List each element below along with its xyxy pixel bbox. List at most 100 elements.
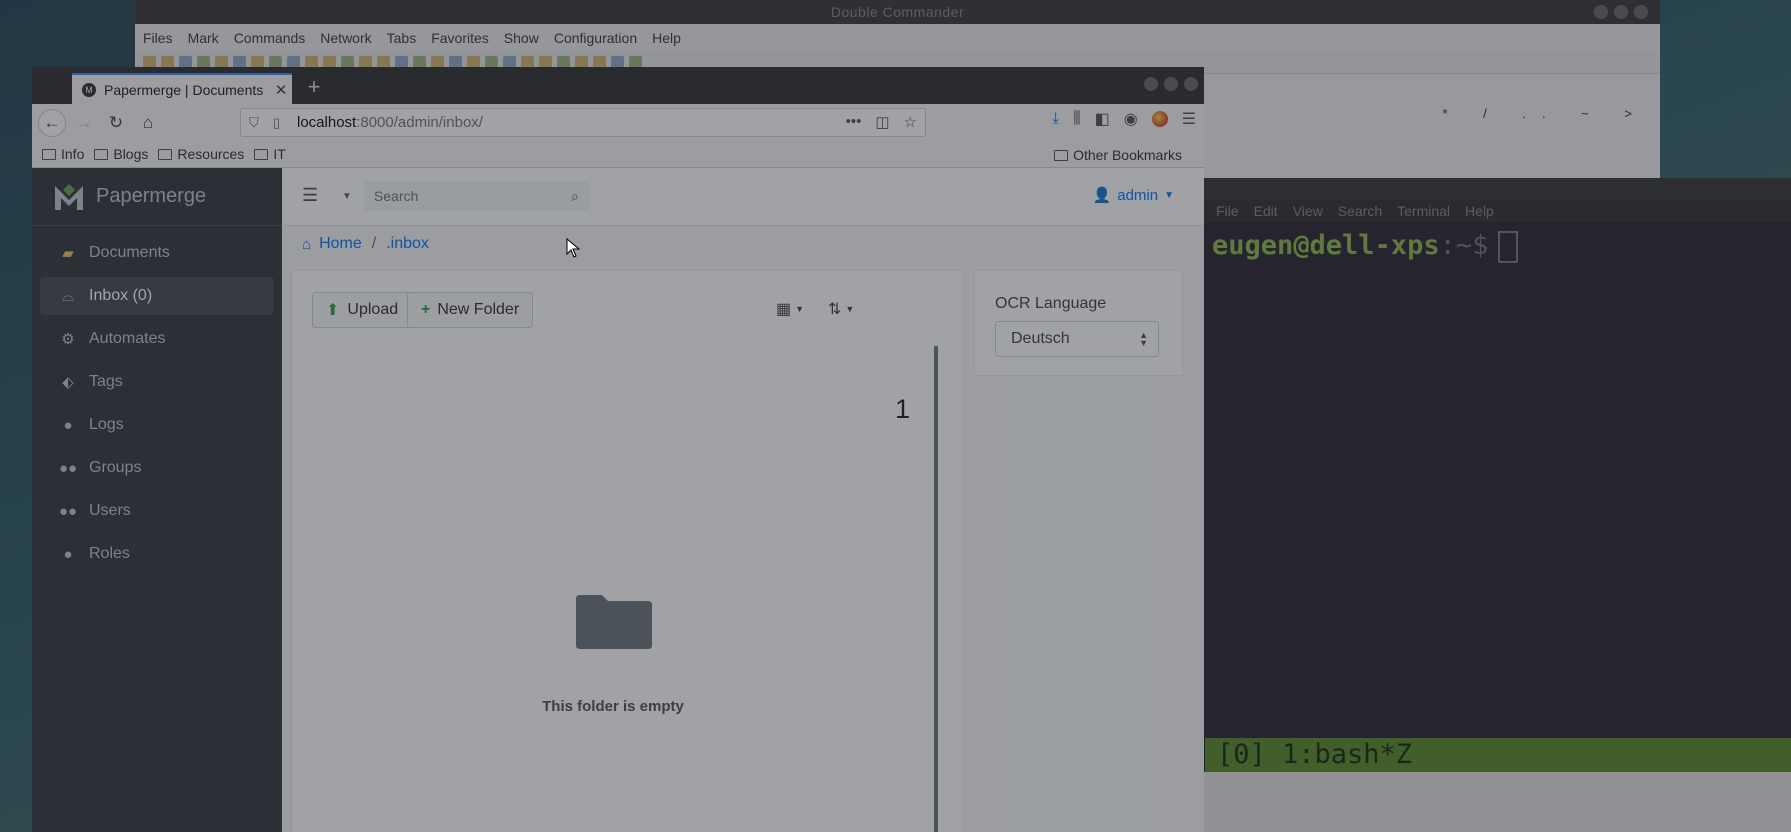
sidebar-item-logs[interactable]: ● Logs: [40, 406, 274, 444]
dc-menu-mark[interactable]: Mark: [188, 30, 219, 46]
sidebar-item-label: Inbox (0): [89, 287, 153, 304]
dc-title: Double Commander: [830, 4, 965, 20]
forward-arrow-icon[interactable]: →: [70, 109, 98, 137]
bookmark-folder-it[interactable]: IT: [254, 146, 286, 162]
chevron-down-icon: ▼: [845, 304, 855, 314]
terminal-menu-view[interactable]: View: [1293, 203, 1323, 219]
ocr-language-label: OCR Language: [995, 295, 1107, 312]
breadcrumb-separator: /: [371, 235, 377, 252]
dc-menu-network[interactable]: Network: [320, 30, 371, 46]
bookmark-label: Info: [61, 146, 85, 162]
sort-dropdown[interactable]: ⇅ ▼: [828, 299, 854, 319]
hamburger-menu-icon[interactable]: ☰: [1182, 109, 1196, 129]
bookmark-folder-blogs[interactable]: Blogs: [94, 146, 148, 162]
terminal-menu-terminal[interactable]: Terminal: [1397, 203, 1450, 219]
breadcrumb-home[interactable]: Home: [319, 235, 362, 253]
dc-window-controls[interactable]: [1594, 5, 1648, 19]
papermerge-logo-icon: [55, 183, 83, 210]
sidebar-toggle-icon[interactable]: ◧: [1095, 109, 1110, 129]
dc-menu-configuration[interactable]: Configuration: [554, 30, 637, 46]
terminal-prompt[interactable]: eugen@dell-xps:~$: [1200, 222, 1791, 271]
home-icon[interactable]: ⌂: [134, 109, 162, 137]
selection-count: 1: [895, 394, 911, 424]
bookmark-star-icon[interactable]: ☆: [904, 113, 917, 131]
terminal-menu-search[interactable]: Search: [1338, 203, 1382, 219]
chevron-down-icon: ▼: [1164, 189, 1174, 201]
folder-icon: [254, 148, 269, 160]
new-tab-plus-icon[interactable]: +: [300, 73, 328, 101]
bookmark-label: Blogs: [113, 146, 149, 162]
folder-icon: [94, 148, 109, 160]
sidebar-item-automates[interactable]: ⚙ Automates: [40, 320, 274, 358]
breadcrumb: ⌂ Home / .inbox: [282, 226, 1204, 262]
search-icon[interactable]: ⌕: [559, 181, 590, 211]
browser-window-controls[interactable]: [1144, 77, 1198, 91]
plus-icon: +: [421, 301, 431, 318]
sidebar-item-tags[interactable]: ⬖ Tags: [40, 363, 274, 401]
terminal-menu-edit[interactable]: Edit: [1254, 203, 1278, 219]
bookmark-folder-resources[interactable]: Resources: [158, 146, 244, 162]
upload-button[interactable]: ⬆ Upload: [312, 292, 413, 328]
dc-path-buttons[interactable]: * / .. ~ >: [1442, 106, 1648, 121]
url-bar[interactable]: ⛉ ▯ localhost:8000/admin/inbox/ ••• ◫ ☆: [240, 108, 926, 137]
new-folder-button[interactable]: + New Folder: [407, 292, 534, 328]
browser-tab-papermerge[interactable]: M Papermerge | Documents ✕: [72, 73, 292, 104]
sidebar-item-roles[interactable]: ● Roles: [40, 535, 274, 573]
search-input[interactable]: [363, 181, 560, 211]
terminal-menu-bar: File Edit View Search Terminal Help: [1200, 200, 1791, 222]
downloads-icon[interactable]: ⤓: [1052, 110, 1059, 128]
page-info-icon[interactable]: ▯: [273, 115, 287, 131]
brand-name: Papermerge: [96, 185, 207, 207]
inbox-icon: ⌓: [62, 287, 74, 305]
dc-menu-show[interactable]: Show: [504, 30, 539, 46]
other-bookmarks[interactable]: Other Bookmarks: [1054, 147, 1182, 163]
user-menu[interactable]: 👤 admin ▼: [1093, 186, 1174, 205]
terminal-menu-file[interactable]: File: [1216, 203, 1239, 219]
dc-menu-favorites[interactable]: Favorites: [431, 30, 489, 46]
search-filter-dropdown-icon[interactable]: ▼: [342, 191, 352, 202]
new-folder-label: New Folder: [437, 301, 520, 318]
upload-icon: ⬆: [326, 302, 340, 319]
folder-icon: [158, 148, 173, 160]
sidebar-nav: ▰ Documents ⌓ Inbox (0) ⚙ Automates ⬖ Tags ●…: [32, 226, 282, 586]
page-content: Papermerge ▰ Documents ⌓ Inbox (0) ⚙ Automa…: [32, 168, 1204, 832]
reload-icon[interactable]: ↻: [102, 109, 130, 137]
bookmark-folder-info[interactable]: Info: [42, 146, 84, 162]
robot-icon: ⚙: [61, 331, 75, 348]
tmux-status-line: [0] 1:bash*Z: [1205, 738, 1791, 772]
back-arrow-icon[interactable]: ←: [38, 108, 66, 137]
app-brand[interactable]: Papermerge: [32, 168, 282, 226]
sidebar-item-label: Automates: [89, 330, 166, 347]
dc-menu-commands[interactable]: Commands: [234, 30, 306, 46]
tab-close-icon[interactable]: ✕: [270, 81, 292, 99]
sidebar-item-inbox[interactable]: ⌓ Inbox (0): [40, 277, 274, 315]
sidebar-item-label: Users: [89, 502, 131, 519]
dc-menu-help[interactable]: Help: [652, 30, 681, 46]
breadcrumb-current[interactable]: .inbox: [386, 235, 429, 253]
sidebar-item-documents[interactable]: ▰ Documents: [40, 234, 274, 272]
sidebar-item-groups[interactable]: ●● Groups: [40, 449, 274, 487]
home-icon: ⌂: [302, 235, 312, 253]
ocr-panel: OCR Language Deutsch ▲ ▼: [975, 271, 1182, 375]
url-path: :8000/admin/inbox/: [356, 114, 483, 131]
mouse-cursor-icon: [566, 238, 580, 258]
papermerge-favicon-icon: M: [82, 82, 96, 97]
dc-title-bar: Double Commander: [135, 0, 1660, 24]
account-icon[interactable]: ◉: [1124, 109, 1138, 129]
tab-title: Papermerge | Documents: [104, 81, 264, 98]
scrollbar[interactable]: [934, 346, 938, 832]
dc-menu-tabs[interactable]: Tabs: [387, 30, 417, 46]
sidebar-item-users[interactable]: ●● Users: [40, 492, 274, 530]
library-icon[interactable]: ⫼: [1073, 110, 1080, 128]
terminal-menu-help[interactable]: Help: [1465, 203, 1494, 219]
view-mode-dropdown[interactable]: ▦ ▼: [776, 299, 804, 319]
tracking-shield-icon[interactable]: ⛉: [249, 115, 263, 131]
ocr-language-select[interactable]: Deutsch ▲ ▼: [995, 321, 1159, 357]
page-actions-icon[interactable]: •••: [846, 113, 862, 131]
firefox-extension-icon[interactable]: [1151, 111, 1168, 127]
sidebar-toggle-burger-icon[interactable]: ☰: [302, 186, 318, 204]
terminal-bottom-panel: [1200, 772, 1791, 832]
dc-menu-files[interactable]: Files: [143, 30, 173, 46]
pocket-icon[interactable]: ◫: [875, 113, 889, 131]
chevron-down-icon: ▼: [795, 304, 805, 314]
